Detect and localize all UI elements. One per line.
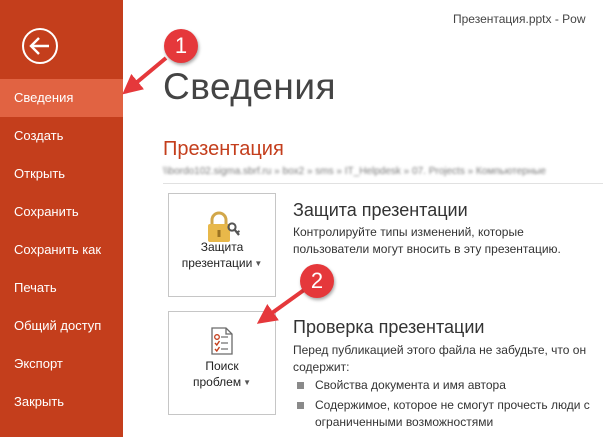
page-title: Сведения — [163, 66, 337, 107]
sidebar-item-print[interactable]: Печать — [0, 269, 123, 307]
annotation-badge-2: 2 — [300, 264, 334, 298]
sidebar-item-export[interactable]: Экспорт — [0, 345, 123, 383]
protect-tile-label-line1: Защита — [200, 240, 244, 254]
sidebar-item-open[interactable]: Открыть — [0, 155, 123, 193]
protect-presentation-button[interactable]: Защита презентации ▼ — [168, 193, 276, 297]
sidebar-item-info[interactable]: Сведения — [0, 79, 123, 117]
window-title: Презентация.pptx - Pow — [453, 12, 586, 26]
check-for-issues-button[interactable]: Поиск проблем ▼ — [168, 311, 276, 415]
sidebar-item-close[interactable]: Закрыть — [0, 383, 123, 421]
inspect-description: Перед публикацией этого файла не забудьт… — [293, 343, 587, 374]
inspect-tile-label-line2: проблем ▼ — [192, 375, 252, 389]
inspect-bullet: Содержимое, которое не смогут прочесть л… — [297, 397, 597, 431]
protect-description: Контролируйте типы изменений, которые по… — [293, 225, 561, 256]
sidebar-item-new[interactable]: Создать — [0, 117, 123, 155]
checklist-icon — [207, 326, 237, 361]
bullet-square-icon — [297, 382, 304, 389]
inspect-title: Проверка презентации — [293, 317, 485, 337]
sidebar-item-share[interactable]: Общий доступ — [0, 307, 123, 345]
chevron-down-icon: ▼ — [243, 378, 252, 387]
protect-tile-label-line2: презентации ▼ — [181, 256, 263, 270]
file-path: \\bordo102.sigma.sbrf.ru » box2 » sms » … — [163, 166, 546, 177]
sidebar-item-save-as[interactable]: Сохранить как — [0, 231, 123, 269]
section-title: Презентация — [163, 138, 284, 160]
divider — [163, 183, 603, 184]
chevron-down-icon: ▼ — [254, 259, 263, 268]
annotation-badge-1: 1 — [164, 29, 198, 63]
inspect-bullet: Свойства документа и имя автора — [297, 377, 597, 394]
inspect-tile-label-line1: Поиск — [205, 359, 239, 373]
annotation-arrow-1 — [122, 56, 168, 95]
back-arrow-icon[interactable] — [20, 26, 60, 66]
backstage-sidebar: Сведения Создать Открыть Сохранить Сохра… — [0, 0, 123, 437]
protect-title: Защита презентации — [293, 200, 468, 220]
sidebar-item-save[interactable]: Сохранить — [0, 193, 123, 231]
bullet-square-icon — [297, 402, 304, 409]
